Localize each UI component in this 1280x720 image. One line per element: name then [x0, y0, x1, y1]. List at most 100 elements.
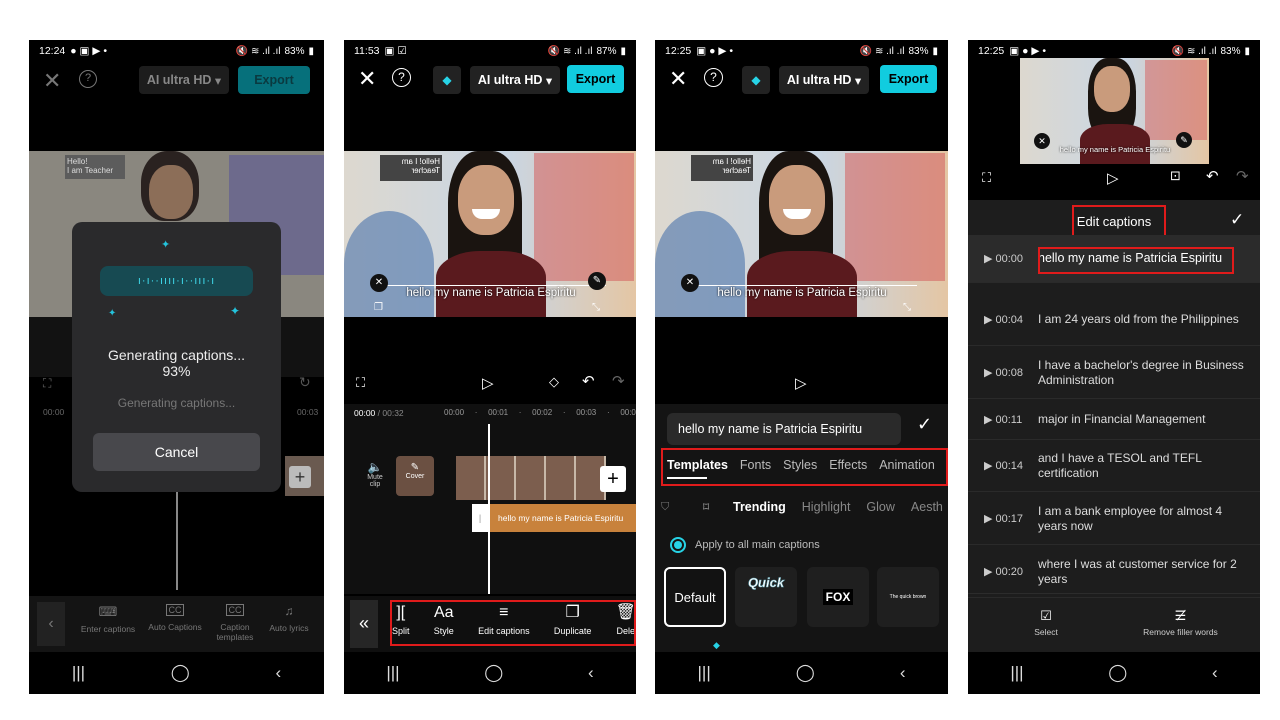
caption-text[interactable]: major in Financial Management [1038, 412, 1260, 426]
close-icon[interactable]: ✕ [358, 66, 376, 92]
undo-icon[interactable]: ↶ [582, 372, 595, 390]
cancel-button[interactable]: Cancel [93, 433, 260, 471]
template-fox[interactable]: FOX [807, 567, 869, 627]
help-icon[interactable]: ? [704, 68, 723, 87]
remove-filler-words-button[interactable]: ☰̸ Remove filler words [1133, 608, 1228, 637]
fullscreen-icon[interactable]: ⛶ [43, 376, 51, 391]
fullscreen-icon[interactable]: ⛶ [356, 375, 365, 391]
recents-icon[interactable]: ||| [72, 663, 85, 683]
fullscreen-icon[interactable]: ⛶ [982, 170, 991, 186]
caption-copy-icon[interactable]: ❐ [374, 302, 383, 313]
premium-gem-icon[interactable]: ◆ [433, 66, 461, 94]
caption-delete-icon[interactable]: ✕ [1034, 133, 1050, 149]
caption-time[interactable]: ▶ 00:11 [968, 413, 1038, 426]
bookmark-icon[interactable]: ⌑ [703, 500, 709, 514]
export-button[interactable]: Export [567, 65, 624, 93]
undo-icon[interactable]: ↶ [1206, 167, 1219, 185]
caption-toggle-icon[interactable]: ⊡ [1170, 168, 1181, 184]
caption-resize-icon[interactable]: ⤡ [592, 302, 600, 313]
track-handle[interactable]: | [472, 504, 488, 532]
caption-delete-icon[interactable]: ✕ [370, 274, 388, 292]
template-quick-brown[interactable]: The quick brown [877, 567, 939, 627]
caption-row[interactable]: ▶ 00:11 major in Financial Management [968, 400, 1260, 440]
shield-icon[interactable]: ⛉ [661, 501, 669, 514]
redo-icon[interactable]: ↷ [1236, 167, 1249, 185]
caption-row[interactable]: ▶ 00:20 where I was at customer service f… [968, 546, 1260, 598]
tool-enter-captions[interactable]: ⌨ Enter captions [73, 604, 143, 634]
caption-time[interactable]: ▶ 00:04 [968, 313, 1038, 326]
caption-row[interactable]: ▶ 00:08 I have a bachelor's degree in Bus… [968, 347, 1260, 399]
export-button[interactable]: Export [238, 66, 310, 94]
caption-delete-icon[interactable]: ✕ [681, 274, 699, 292]
caption-text[interactable]: I have a bachelor's degree in Business A… [1038, 358, 1260, 387]
play-segment-icon[interactable]: ▶ [984, 460, 996, 472]
tool-caption-templates[interactable]: CC Caption templates [209, 604, 261, 642]
caption-time[interactable]: ▶ 00:17 [968, 512, 1038, 525]
play-segment-icon[interactable]: ▶ [984, 253, 996, 265]
apply-all-radio[interactable] [670, 537, 686, 553]
quality-selector[interactable]: AI ultra HD ▾ [139, 66, 229, 94]
play-segment-icon[interactable]: ▶ [984, 314, 996, 326]
home-icon[interactable]: ◯ [1108, 663, 1127, 683]
back-icon[interactable]: ‹ [1212, 663, 1218, 683]
recents-icon[interactable]: ||| [698, 663, 711, 683]
redo-icon[interactable]: ↷ [612, 372, 625, 390]
caption-time[interactable]: ▶ 00:20 [968, 565, 1038, 578]
confirm-check-icon[interactable]: ✓ [917, 414, 932, 435]
select-button[interactable]: ☑ Select [1026, 608, 1066, 637]
premium-gem-icon[interactable]: ◆ [742, 66, 770, 94]
play-segment-icon[interactable]: ▶ [984, 566, 996, 578]
home-icon[interactable]: ◯ [171, 663, 190, 683]
subtab-trending[interactable]: Trending [733, 500, 786, 514]
quality-selector[interactable]: AI ultra HD ▾ [470, 66, 560, 94]
subtab-aesthetic[interactable]: Aesth [911, 500, 943, 514]
confirm-check-icon[interactable]: ✓ [1230, 210, 1244, 230]
add-clip-icon[interactable]: + [600, 466, 626, 492]
tool-auto-captions[interactable]: CC Auto Captions [143, 604, 207, 632]
back-icon[interactable]: ‹ [275, 663, 281, 683]
back-chevron-icon[interactable]: ‹ [37, 602, 65, 646]
play-segment-icon[interactable]: ▶ [984, 367, 996, 379]
recents-icon[interactable]: ||| [386, 663, 399, 683]
home-icon[interactable]: ◯ [796, 663, 815, 683]
close-icon[interactable]: ✕ [669, 66, 687, 92]
caption-resize-icon[interactable]: ⤡ [903, 302, 911, 313]
tool-auto-lyrics[interactable]: ♫ Auto lyrics [263, 604, 315, 633]
play-icon[interactable]: ▷ [482, 374, 494, 392]
quality-selector[interactable]: AI ultra HD ▾ [779, 66, 869, 94]
play-segment-icon[interactable]: ▶ [984, 513, 996, 525]
caption-text[interactable]: and I have a TESOL and TEFL certificatio… [1038, 451, 1260, 480]
add-clip-icon[interactable]: + [289, 466, 311, 488]
video-clip-track[interactable] [456, 456, 606, 500]
subtab-highlight[interactable]: Highlight [802, 500, 851, 514]
template-quick[interactable]: Quick [735, 567, 797, 627]
play-icon[interactable]: ▷ [1107, 169, 1119, 187]
template-default[interactable]: Default [664, 567, 726, 627]
collapse-icon[interactable]: « [350, 600, 378, 648]
subtab-glow[interactable]: Glow [866, 500, 894, 514]
caption-row[interactable]: ▶ 00:17 I am a bank employee for almost 4… [968, 493, 1260, 545]
caption-time[interactable]: ▶ 00:08 [968, 366, 1038, 379]
caption-time[interactable]: ▶ 00:00 [968, 252, 1038, 265]
help-icon[interactable]: ? [392, 68, 411, 87]
caption-track[interactable]: hello my name is Patricia Espiritu [472, 504, 636, 532]
cover-button[interactable]: ✎ Cover [396, 456, 434, 496]
keyframe-icon[interactable]: ◇ [549, 374, 559, 390]
home-icon[interactable]: ◯ [484, 663, 503, 683]
caption-text-input[interactable]: hello my name is Patricia Espiritu [667, 413, 901, 445]
back-icon[interactable]: ‹ [588, 663, 594, 683]
recents-icon[interactable]: ||| [1010, 663, 1023, 683]
redo-icon[interactable]: ↻ [299, 374, 311, 391]
play-icon[interactable]: ▷ [795, 374, 807, 392]
caption-text[interactable]: I am a bank employee for almost 4 years … [1038, 504, 1260, 533]
play-segment-icon[interactable]: ▶ [984, 414, 996, 426]
help-icon[interactable]: ? [79, 70, 97, 88]
caption-row[interactable]: ▶ 00:04 I am 24 years old from the Philip… [968, 294, 1260, 346]
back-icon[interactable]: ‹ [900, 663, 906, 683]
caption-time[interactable]: ▶ 00:14 [968, 459, 1038, 472]
caption-text[interactable]: I am 24 years old from the Philippines [1038, 312, 1260, 326]
caption-edit-icon[interactable]: ✎ [1176, 132, 1192, 148]
caption-row[interactable]: ▶ 00:14 and I have a TESOL and TEFL certi… [968, 440, 1260, 492]
caption-text[interactable]: where I was at customer service for 2 ye… [1038, 557, 1260, 586]
close-icon[interactable]: ✕ [43, 68, 61, 94]
